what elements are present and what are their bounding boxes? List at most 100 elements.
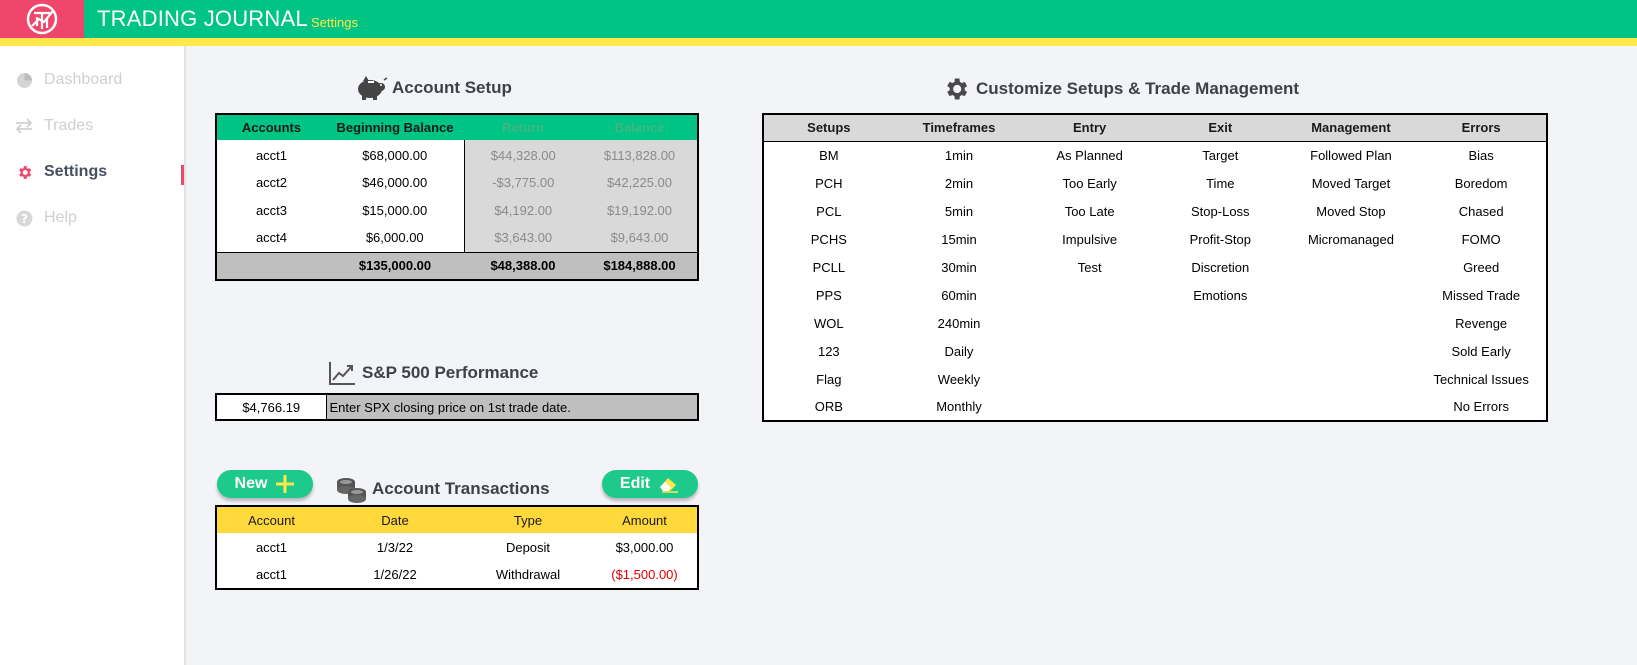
table-cell[interactable] bbox=[1285, 281, 1417, 309]
table-cell[interactable]: 240min bbox=[893, 309, 1025, 337]
table-cell[interactable]: Chased bbox=[1416, 197, 1547, 225]
table-cell[interactable]: Too Early bbox=[1024, 169, 1155, 197]
table-cell[interactable] bbox=[1285, 253, 1417, 281]
table-cell[interactable]: acct1 bbox=[216, 561, 326, 589]
table-cell[interactable]: PCH bbox=[763, 169, 894, 197]
table-cell[interactable]: Impulsive bbox=[1024, 225, 1155, 253]
table-cell[interactable]: Micromanaged bbox=[1285, 225, 1417, 253]
table-cell[interactable]: Too Late bbox=[1024, 197, 1155, 225]
sidebar-item-settings[interactable]: Settings bbox=[14, 162, 107, 182]
table-cell[interactable]: No Errors bbox=[1416, 393, 1547, 421]
table-cell[interactable] bbox=[1024, 309, 1155, 337]
table-cell[interactable]: 2min bbox=[893, 169, 1025, 197]
table-row[interactable]: BM 1min As Planned Target Followed Plan Bias bbox=[763, 141, 1547, 169]
table-cell[interactable]: PCLL bbox=[763, 253, 894, 281]
table-cell[interactable]: Deposit bbox=[464, 533, 592, 561]
table-row[interactable]: PCH 2min Too Early Time Moved Target Boredom bbox=[763, 169, 1547, 197]
table-cell[interactable] bbox=[1154, 365, 1286, 393]
table-cell[interactable]: Stop-Loss bbox=[1154, 197, 1286, 225]
table-cell[interactable]: 1/3/22 bbox=[326, 533, 464, 561]
table-row[interactable]: PCLL 30min Test Discretion Greed bbox=[763, 253, 1547, 281]
table-cell[interactable]: $3,000.00 bbox=[592, 533, 698, 561]
edit-transaction-button[interactable]: Edit bbox=[602, 470, 698, 498]
table-cell[interactable] bbox=[1285, 393, 1417, 421]
table-row[interactable]: acct4 $6,000.00 $3,643.00 $9,643.00 bbox=[216, 224, 698, 253]
table-cell[interactable] bbox=[1285, 309, 1417, 337]
table-cell[interactable]: $15,000.00 bbox=[326, 196, 464, 224]
table-cell[interactable]: Time bbox=[1154, 169, 1286, 197]
table-cell[interactable]: Boredom bbox=[1416, 169, 1547, 197]
table-cell[interactable]: 1/26/22 bbox=[326, 561, 464, 589]
table-cell[interactable]: Moved Target bbox=[1285, 169, 1417, 197]
table-cell[interactable] bbox=[1154, 337, 1286, 365]
table-cell[interactable]: ORB bbox=[763, 393, 894, 421]
table-cell[interactable]: Missed Trade bbox=[1416, 281, 1547, 309]
table-row[interactable]: ORB Monthly No Errors bbox=[763, 393, 1547, 421]
table-row[interactable]: PCHS 15min Impulsive Profit-Stop Micromanage… bbox=[763, 225, 1547, 253]
table-cell[interactable]: $68,000.00 bbox=[326, 140, 464, 168]
sidebar-item-help[interactable]: ? Help bbox=[14, 208, 77, 228]
table-cell[interactable]: PPS bbox=[763, 281, 894, 309]
table-cell[interactable] bbox=[1024, 281, 1155, 309]
table-cell[interactable]: As Planned bbox=[1024, 141, 1155, 169]
table-row[interactable]: acct3 $15,000.00 $4,192.00 $19,192.00 bbox=[216, 196, 698, 224]
table-row[interactable]: Flag Weekly Technical Issues bbox=[763, 365, 1547, 393]
table-cell[interactable]: acct2 bbox=[216, 168, 326, 196]
table-cell[interactable] bbox=[1285, 337, 1417, 365]
table-cell[interactable]: Followed Plan bbox=[1285, 141, 1417, 169]
table-cell[interactable]: Technical Issues bbox=[1416, 365, 1547, 393]
table-cell[interactable]: Withdrawal bbox=[464, 561, 592, 589]
table-cell[interactable]: WOL bbox=[763, 309, 894, 337]
table-cell[interactable]: acct3 bbox=[216, 196, 326, 224]
table-cell[interactable] bbox=[1154, 393, 1286, 421]
table-row[interactable]: acct1 1/3/22 Deposit $3,000.00 bbox=[216, 533, 698, 561]
table-row[interactable]: PPS 60min Emotions Missed Trade bbox=[763, 281, 1547, 309]
table-cell[interactable] bbox=[1024, 393, 1155, 421]
table-cell[interactable]: PCL bbox=[763, 197, 894, 225]
table-cell[interactable]: Greed bbox=[1416, 253, 1547, 281]
table-cell[interactable] bbox=[1024, 365, 1155, 393]
table-row[interactable]: PCL 5min Too Late Stop-Loss Moved Stop Chased bbox=[763, 197, 1547, 225]
spx-price-input[interactable]: $4,766.19 bbox=[216, 394, 327, 420]
table-cell[interactable]: Flag bbox=[763, 365, 894, 393]
sidebar-item-trades[interactable]: Trades bbox=[14, 116, 93, 136]
table-cell[interactable] bbox=[1285, 365, 1417, 393]
table-cell[interactable]: Discretion bbox=[1154, 253, 1286, 281]
table-cell[interactable]: 5min bbox=[893, 197, 1025, 225]
table-cell[interactable]: FOMO bbox=[1416, 225, 1547, 253]
table-cell[interactable]: acct1 bbox=[216, 140, 326, 168]
table-cell[interactable]: Monthly bbox=[893, 393, 1025, 421]
table-cell[interactable]: Profit-Stop bbox=[1154, 225, 1286, 253]
trading-logo-icon[interactable] bbox=[0, 0, 84, 38]
table-cell[interactable]: $6,000.00 bbox=[326, 224, 464, 253]
table-cell[interactable]: 123 bbox=[763, 337, 894, 365]
table-cell[interactable]: Daily bbox=[893, 337, 1025, 365]
table-cell[interactable]: Emotions bbox=[1154, 281, 1286, 309]
table-cell[interactable]: Moved Stop bbox=[1285, 197, 1417, 225]
table-cell[interactable]: 60min bbox=[893, 281, 1025, 309]
table-cell[interactable]: 1min bbox=[893, 141, 1025, 169]
table-cell[interactable]: PCHS bbox=[763, 225, 894, 253]
table-row[interactable]: acct1 $68,000.00 $44,328.00 $113,828.00 bbox=[216, 140, 698, 168]
table-cell[interactable]: 30min bbox=[893, 253, 1025, 281]
table-cell[interactable] bbox=[1024, 337, 1155, 365]
table-cell[interactable]: Sold Early bbox=[1416, 337, 1547, 365]
table-cell[interactable]: Bias bbox=[1416, 141, 1547, 169]
table-cell[interactable]: Target bbox=[1154, 141, 1286, 169]
table-row[interactable]: 123 Daily Sold Early bbox=[763, 337, 1547, 365]
table-cell[interactable]: ($1,500.00) bbox=[592, 561, 698, 589]
table-row[interactable]: acct2 $46,000.00 -$3,775.00 $42,225.00 bbox=[216, 168, 698, 196]
table-cell[interactable]: Weekly bbox=[893, 365, 1025, 393]
table-cell[interactable]: $46,000.00 bbox=[326, 168, 464, 196]
table-cell[interactable]: Revenge bbox=[1416, 309, 1547, 337]
table-cell[interactable]: Test bbox=[1024, 253, 1155, 281]
table-cell[interactable]: BM bbox=[763, 141, 894, 169]
new-transaction-button[interactable]: New bbox=[217, 470, 313, 498]
table-row[interactable]: acct1 1/26/22 Withdrawal ($1,500.00) bbox=[216, 561, 698, 589]
table-cell[interactable] bbox=[1154, 309, 1286, 337]
table-cell[interactable]: 15min bbox=[893, 225, 1025, 253]
table-cell[interactable]: acct1 bbox=[216, 533, 326, 561]
table-cell[interactable]: acct4 bbox=[216, 224, 326, 253]
sidebar-item-dashboard[interactable]: Dashboard bbox=[14, 70, 122, 90]
table-row[interactable]: WOL 240min Revenge bbox=[763, 309, 1547, 337]
